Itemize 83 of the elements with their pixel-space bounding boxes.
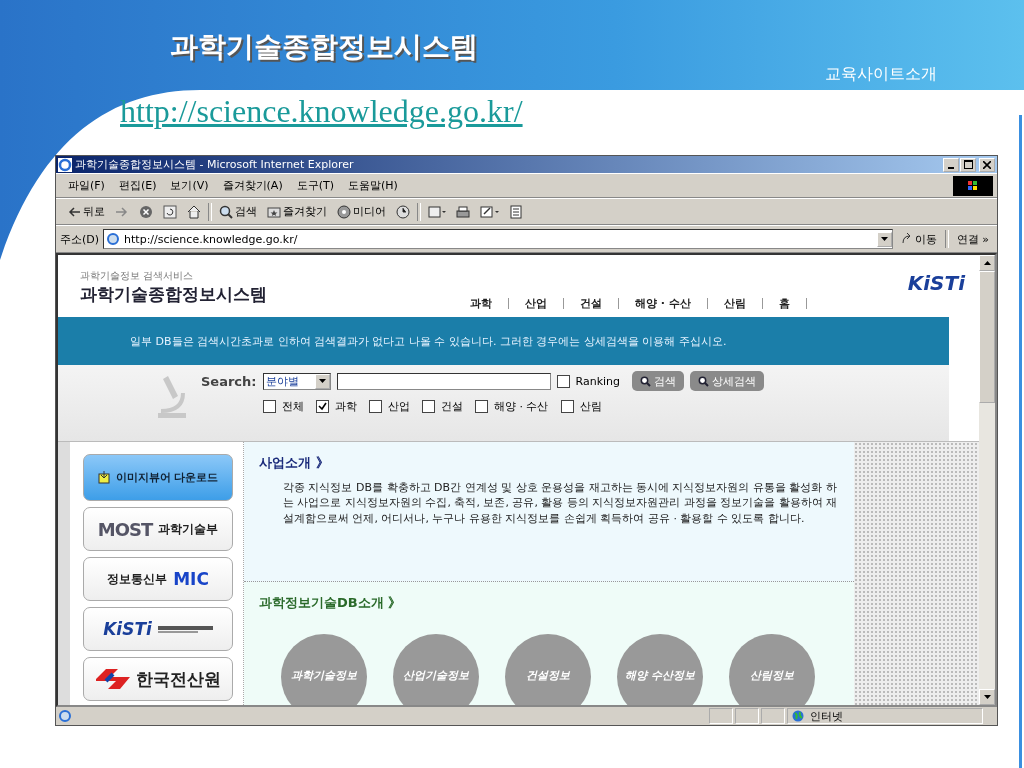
maximize-icon bbox=[963, 160, 973, 169]
media-button[interactable]: 미디어 bbox=[334, 203, 389, 220]
download-button[interactable]: 이미지뷰어 다운로드 bbox=[83, 454, 233, 501]
stop-icon bbox=[139, 204, 153, 219]
section-heading: 사업소개 》 bbox=[259, 454, 330, 472]
favorites-button[interactable]: 즐겨찾기 bbox=[264, 203, 330, 220]
go-button[interactable]: 이동 bbox=[896, 231, 941, 247]
nav-link[interactable]: 해양 · 수산 bbox=[635, 296, 691, 311]
nav-link[interactable]: 산업 bbox=[525, 296, 547, 311]
discuss-button[interactable] bbox=[507, 203, 525, 220]
institute-link[interactable]: KiSTi bbox=[83, 607, 233, 651]
curved-arrow-icon bbox=[900, 233, 913, 245]
edit-icon bbox=[480, 204, 500, 219]
filter-checkbox[interactable]: 건설 bbox=[422, 399, 463, 414]
menu-item[interactable]: 파일(F) bbox=[68, 178, 105, 193]
section-heading: 과학정보기술DB소개 》 bbox=[259, 594, 403, 612]
mail-icon bbox=[428, 204, 446, 219]
maximize-button[interactable] bbox=[960, 157, 976, 172]
search-icon bbox=[219, 204, 233, 219]
address-label: 주소(D) bbox=[60, 231, 100, 247]
caret-icon bbox=[880, 237, 888, 241]
minimize-icon bbox=[948, 166, 954, 169]
scrollbar[interactable] bbox=[979, 255, 995, 705]
refresh-icon bbox=[163, 204, 177, 219]
ranking-checkbox[interactable]: Ranking bbox=[556, 374, 621, 388]
close-button[interactable] bbox=[979, 157, 995, 172]
dropdown-button[interactable] bbox=[876, 231, 892, 247]
media-icon bbox=[337, 204, 351, 219]
globe-icon bbox=[792, 710, 804, 722]
nav-link[interactable]: 과학 bbox=[470, 296, 492, 311]
logo-icon bbox=[95, 669, 130, 689]
scroll-down-icon bbox=[983, 695, 991, 699]
slide-title: 과학기술종합정보시스템 bbox=[170, 29, 478, 65]
site-title: 과학기술종합정보시스템 bbox=[80, 282, 268, 306]
search-label: Search: bbox=[201, 373, 257, 389]
menu-item[interactable]: 도움말(H) bbox=[348, 178, 398, 193]
printer-icon bbox=[456, 204, 470, 219]
refresh-button[interactable] bbox=[160, 203, 180, 220]
forward-arrow-icon bbox=[115, 205, 129, 218]
menu-item[interactable]: 즐겨찾기(A) bbox=[222, 178, 283, 193]
links-button[interactable]: 연결 » bbox=[952, 231, 993, 247]
close-icon bbox=[983, 160, 991, 169]
search-button[interactable]: 검색 bbox=[216, 203, 260, 220]
filter-checkbox[interactable]: 산업 bbox=[369, 399, 410, 414]
search-icon bbox=[698, 375, 710, 387]
logo-caption-drawing bbox=[157, 624, 213, 634]
home-icon bbox=[187, 204, 201, 219]
search-icon bbox=[640, 375, 652, 387]
windows-logo-icon bbox=[953, 175, 993, 196]
back-arrow-icon bbox=[67, 205, 81, 218]
address-field[interactable]: http://science.knowledge.go.kr/ bbox=[103, 229, 893, 249]
nav-link[interactable]: 건설 bbox=[580, 296, 602, 311]
download-icon bbox=[97, 471, 110, 484]
menu-item[interactable]: 보기(V) bbox=[170, 178, 209, 193]
notice-text: 일부 DB들은 검색시간초과로 인하여 검색결과가 없다고 나올 수 있습니다. 그러한 경우에는 상세검색을 이용해 주십시오. bbox=[130, 333, 727, 349]
filter-checkbox[interactable]: 산림 bbox=[560, 399, 602, 414]
ministry-link[interactable]: 정보통신부 MIC bbox=[83, 557, 233, 601]
print-button[interactable] bbox=[453, 203, 473, 220]
nav-link[interactable]: 홈 bbox=[778, 296, 790, 311]
history-button[interactable] bbox=[393, 203, 413, 220]
institute-link[interactable]: 한국전산원 bbox=[83, 657, 233, 701]
minimize-button[interactable] bbox=[943, 157, 959, 172]
search-field[interactable] bbox=[336, 372, 551, 390]
caret-icon bbox=[318, 379, 326, 383]
nav-link[interactable]: 산림 bbox=[723, 296, 746, 311]
back-button[interactable]: 뒤로 bbox=[64, 203, 108, 220]
filter-checkbox[interactable]: 전체 bbox=[263, 399, 304, 414]
site-subtitle: 과학기술정보 검색서비스 bbox=[80, 268, 195, 283]
security-zone: 인터넷 bbox=[810, 708, 843, 724]
kisti-logo: KiSTi bbox=[907, 271, 965, 295]
intro-paragraph: 각종 지식정보 DB를 확충하고 DB간 연계성 및 상호 운용성을 재고하는 동시에 지식정보자원의 유통을 활성화 하는 사업으로 지식정보자원의 수집, 축적, 보존, 공유, 활용 등의 지식정보자원관리 과정을 정보기술을 활용하여 재설계함으로써 언제, 어디서나, 누구나 유용한 지식정보를 손쉽게 획득하여 공유 · 활용할 수 있도록 합니다. bbox=[283, 480, 839, 527]
folder-icon bbox=[267, 204, 281, 219]
filter-checkbox[interactable]: 과학 bbox=[316, 399, 357, 414]
ministry-link[interactable]: MOST 과학기술부 bbox=[83, 507, 233, 551]
slide-corner-label: 교육사이트소개 bbox=[825, 64, 937, 85]
filter-checkbox[interactable]: 해양 · 수산 bbox=[475, 399, 549, 414]
menu-item[interactable]: 도구(T) bbox=[296, 178, 334, 193]
menu-item[interactable]: 편집(E) bbox=[118, 178, 157, 193]
window-title: 과학기술종합정보시스템 - Microsoft Internet Explorer bbox=[75, 157, 355, 172]
document-icon bbox=[510, 204, 522, 219]
category-select[interactable]: 분야별 bbox=[262, 372, 331, 390]
checkmark-icon bbox=[318, 402, 327, 411]
clock-icon bbox=[396, 204, 410, 219]
